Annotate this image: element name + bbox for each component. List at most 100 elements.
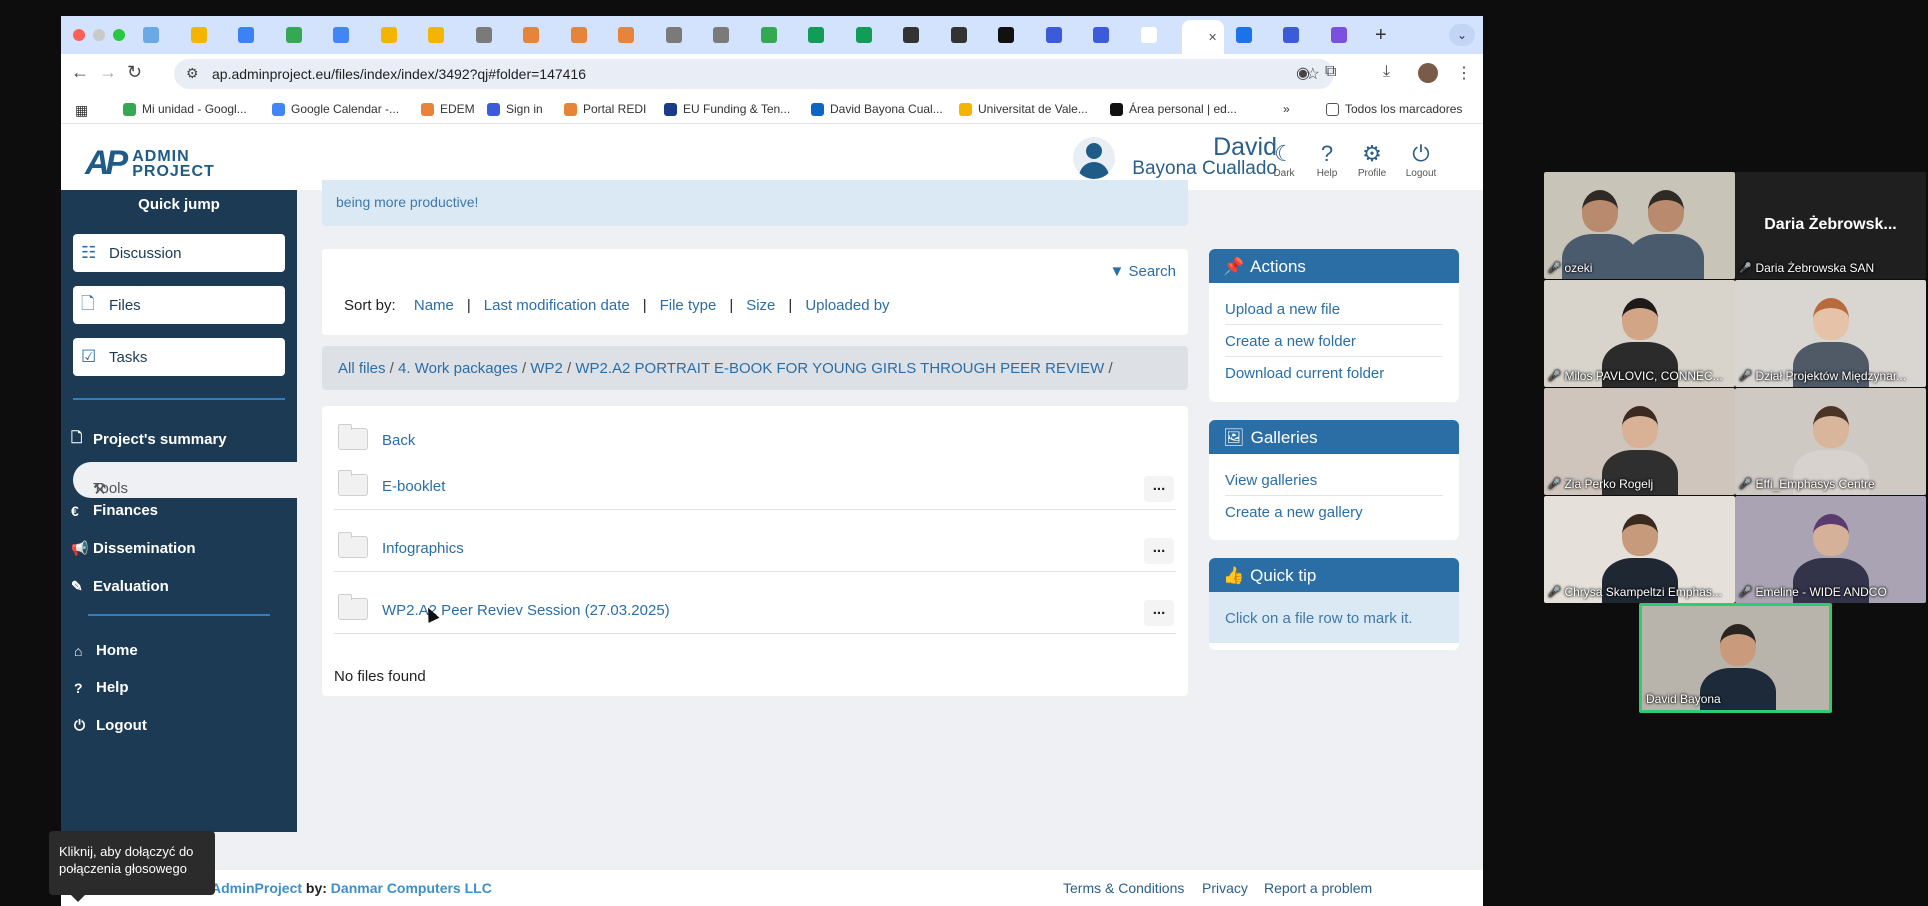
sidebar-item-home[interactable]: ⌂ Home xyxy=(74,642,138,659)
breadcrumb-item[interactable]: WP2.A2 PORTRAIT E-BOOK FOR YOUNG GIRLS T… xyxy=(575,360,1104,377)
sidebar-item-finances[interactable]: € Finances xyxy=(71,502,158,519)
bookmark-item[interactable]: Mi unidad - Googl... xyxy=(123,102,247,116)
create-folder-link[interactable]: Create a new folder xyxy=(1225,325,1443,357)
download-icon[interactable]: ⤓ xyxy=(1383,63,1390,81)
sort-option-link[interactable]: Uploaded by xyxy=(805,297,889,314)
browser-tab[interactable] xyxy=(280,22,322,48)
participant-tile[interactable]: David Bayona xyxy=(1639,603,1832,713)
folder-row[interactable]: WP2.A2 Peer Reviev Session (27.03.2025).… xyxy=(334,588,1176,634)
forward-icon[interactable]: → xyxy=(99,62,117,83)
quick-jump-files-button[interactable]: 🗋 Files xyxy=(73,286,285,324)
browser-tab[interactable] xyxy=(660,22,702,48)
browser-tab[interactable] xyxy=(185,22,227,48)
folder-row[interactable]: E-booklet... xyxy=(334,464,1176,510)
download-folder-link[interactable]: Download current folder xyxy=(1225,357,1443,388)
address-bar[interactable]: ⚙ ap.adminproject.eu/files/index/index/3… xyxy=(174,59,1334,89)
browser-tab[interactable] xyxy=(470,22,512,48)
user-avatar[interactable] xyxy=(1073,137,1115,179)
create-gallery-link[interactable]: Create a new gallery xyxy=(1225,496,1443,527)
participant-tile[interactable]: 🎤 ozeki xyxy=(1544,172,1735,279)
new-tab-button[interactable]: + xyxy=(1375,24,1387,47)
footer-app-link[interactable]: AdminProject xyxy=(211,880,302,896)
minimize-window-dot[interactable] xyxy=(93,29,105,41)
browser-tab[interactable] xyxy=(1040,22,1082,48)
browser-tab[interactable] xyxy=(707,22,749,48)
browser-tab-active[interactable]: ✕ xyxy=(1182,20,1224,54)
sidebar-item-help[interactable]: ? Help xyxy=(74,679,129,696)
sort-option-link[interactable]: File type xyxy=(660,297,717,314)
footer-company-link[interactable]: Danmar Computers LLC xyxy=(331,880,492,896)
browser-tab[interactable] xyxy=(897,22,939,48)
sort-option-link[interactable]: Last modification date xyxy=(484,297,630,314)
back-link[interactable]: Back xyxy=(382,432,415,449)
sidebar-item-logout[interactable]: ⏻ Logout xyxy=(74,717,147,734)
browser-tab[interactable] xyxy=(850,22,892,48)
extension-eye-icon[interactable]: ◉ xyxy=(1296,63,1310,83)
profile-button[interactable]: ⚙ Profile xyxy=(1350,142,1394,180)
bookmarks-more-button[interactable]: » xyxy=(1283,102,1290,116)
browser-tab[interactable] xyxy=(1325,22,1367,48)
browser-tab[interactable] xyxy=(375,22,417,48)
sort-option-link[interactable]: Name xyxy=(414,297,454,314)
participant-tile[interactable]: 🎤 Zia Perko Rogelj xyxy=(1544,388,1735,495)
browser-tab[interactable] xyxy=(1135,22,1177,48)
folder-row[interactable]: Infographics... xyxy=(334,526,1176,572)
folder-more-button[interactable]: ... xyxy=(1144,538,1174,564)
folder-name-link[interactable]: E-booklet xyxy=(382,478,445,495)
folder-more-button[interactable]: ... xyxy=(1144,600,1174,626)
sort-option-link[interactable]: Size xyxy=(746,297,775,314)
extensions-icon[interactable]: ⧉ xyxy=(1325,63,1336,81)
user-name[interactable]: David Bayona Cuallado xyxy=(1132,135,1277,180)
participant-tile[interactable]: 🎤 Chrysa Skampeltzi Emphas... xyxy=(1544,496,1735,603)
bookmark-item[interactable]: EDEM xyxy=(421,102,475,116)
close-window-dot[interactable] xyxy=(73,29,85,41)
reload-icon[interactable]: ↻ xyxy=(127,62,142,83)
help-button[interactable]: ? Help xyxy=(1305,142,1349,180)
browser-tab[interactable] xyxy=(232,22,274,48)
breadcrumb-item[interactable]: All files xyxy=(338,360,386,377)
terms-link[interactable]: Terms & Conditions xyxy=(1063,880,1184,896)
browser-tab[interactable] xyxy=(755,22,797,48)
browser-tab[interactable] xyxy=(565,22,607,48)
privacy-link[interactable]: Privacy xyxy=(1202,880,1248,896)
browser-tab[interactable] xyxy=(327,22,369,48)
browser-tab[interactable] xyxy=(612,22,654,48)
back-icon[interactable]: ← xyxy=(71,62,89,83)
bookmark-item[interactable]: Google Calendar -... xyxy=(272,102,399,116)
view-galleries-link[interactable]: View galleries xyxy=(1225,464,1443,496)
breadcrumb-item[interactable]: 4. Work packages xyxy=(398,360,518,377)
browser-tab[interactable] xyxy=(1087,22,1129,48)
browser-tab[interactable] xyxy=(1230,22,1272,48)
quick-jump-tasks-button[interactable]: ☑ Tasks xyxy=(73,338,285,376)
browser-tab[interactable] xyxy=(945,22,987,48)
profile-avatar[interactable] xyxy=(1418,63,1438,83)
apps-grid-icon[interactable]: ▦ xyxy=(75,102,88,119)
back-row[interactable]: Back xyxy=(334,418,1176,464)
sidebar-item-evaluation[interactable]: ✎ Evaluation xyxy=(71,578,169,595)
maximize-window-dot[interactable] xyxy=(113,29,125,41)
dark-button[interactable]: ☾ Dark xyxy=(1262,142,1306,180)
logout-button[interactable]: ⏻ Logout xyxy=(1399,142,1443,180)
menu-kebab-icon[interactable]: ⋮ xyxy=(1456,63,1472,83)
bookmark-item[interactable]: Universitat de Vale... xyxy=(959,102,1088,116)
bookmark-item[interactable]: Área personal | ed... xyxy=(1110,102,1237,116)
bookmark-item[interactable]: EU Funding & Ten... xyxy=(664,102,790,116)
site-info-icon[interactable]: ⚙ xyxy=(186,65,199,82)
adminproject-logo[interactable]: AP ADMIN PROJECT xyxy=(85,144,215,183)
sidebar-item-dissemination[interactable]: 📢 Dissemination xyxy=(71,540,196,557)
search-button[interactable]: ▼ Search xyxy=(1109,263,1176,280)
browser-tab[interactable] xyxy=(1277,22,1319,48)
browser-tab[interactable] xyxy=(992,22,1034,48)
browser-tab[interactable] xyxy=(422,22,464,48)
sidebar-item-tools[interactable]: ⚒ Tools xyxy=(73,462,297,498)
quick-jump-discussion-button[interactable]: ☷ Discussion xyxy=(73,234,285,272)
participant-tile[interactable]: 🎤 Dział Projektów Międzynar... xyxy=(1735,280,1926,387)
browser-tab[interactable] xyxy=(517,22,559,48)
breadcrumb-item[interactable]: WP2 xyxy=(530,360,563,377)
tab-search-button[interactable]: ⌄ xyxy=(1449,24,1475,46)
participant-tile[interactable]: 🎤 Effi_Emphasys Centre xyxy=(1735,388,1926,495)
participant-tile[interactable]: 🎤 Milos PAVLOVIC, CONNEC... xyxy=(1544,280,1735,387)
folder-name-link[interactable]: Infographics xyxy=(382,540,464,557)
bookmark-item[interactable]: Portal REDI xyxy=(564,102,646,116)
browser-tab[interactable] xyxy=(137,22,179,48)
